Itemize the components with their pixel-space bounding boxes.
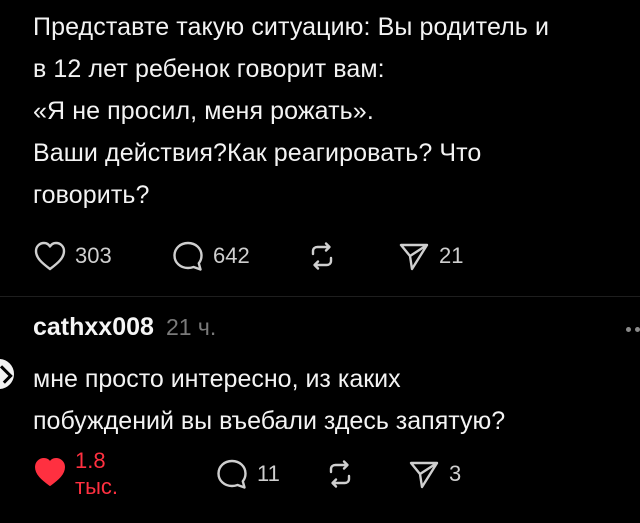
post-text-line: в 12 лет ребенок говорит вам: xyxy=(33,55,385,83)
post-text-line: «Я не просил, меня рожать». xyxy=(33,97,374,125)
reply-text-line: мне просто интересно, из каких xyxy=(33,365,401,393)
reply-repost-button[interactable] xyxy=(323,456,357,492)
post-text-line: Ваши действия?Как реагировать? Что xyxy=(33,139,482,167)
post-reply-button[interactable]: 642 xyxy=(171,238,250,274)
post-text-line: Представте такую ситуацию: Вы родитель и xyxy=(33,13,550,41)
post-like-button[interactable]: 303 xyxy=(33,238,112,274)
post-share-count: 21 xyxy=(439,243,464,268)
comment-bubble-icon xyxy=(215,458,249,490)
heart-filled-icon xyxy=(33,456,67,493)
reply-like-count: 1.8 тыс. xyxy=(75,448,119,499)
post-body: Представте такую ситуацию: Вы родитель и… xyxy=(33,6,640,216)
reply-reply-count: 11 xyxy=(257,461,280,486)
more-dots-icon[interactable] xyxy=(626,318,640,338)
post-reply-count: 642 xyxy=(213,243,250,268)
send-icon xyxy=(407,458,441,490)
post-text-line: говорить? xyxy=(33,181,150,209)
post-like-count: 303 xyxy=(75,243,112,268)
send-icon xyxy=(397,240,431,272)
post-repost-button[interactable] xyxy=(305,238,339,274)
reply-header: cathxx008 21 ч. xyxy=(33,313,216,349)
thread-divider xyxy=(0,296,640,297)
repost-icon xyxy=(305,240,339,272)
post-share-button[interactable]: 21 xyxy=(397,238,463,274)
reply-text-line: побуждений вы въебали здесь запятую? xyxy=(33,407,506,435)
comment-bubble-icon xyxy=(171,240,205,272)
reply-reply-button[interactable]: 11 xyxy=(215,456,280,492)
reply-timestamp: 21 ч. xyxy=(165,314,217,340)
repost-icon xyxy=(323,458,357,490)
avatar[interactable] xyxy=(0,357,16,391)
heart-icon xyxy=(33,240,67,272)
reply-like-button[interactable]: 1.8 тыс. xyxy=(33,448,118,499)
reply-username[interactable]: cathxx008 xyxy=(33,313,154,342)
reply-share-count: 3 xyxy=(449,461,462,486)
reply-body: мне просто интересно, из каких побуждени… xyxy=(33,358,640,442)
reply-share-button[interactable]: 3 xyxy=(407,456,461,492)
